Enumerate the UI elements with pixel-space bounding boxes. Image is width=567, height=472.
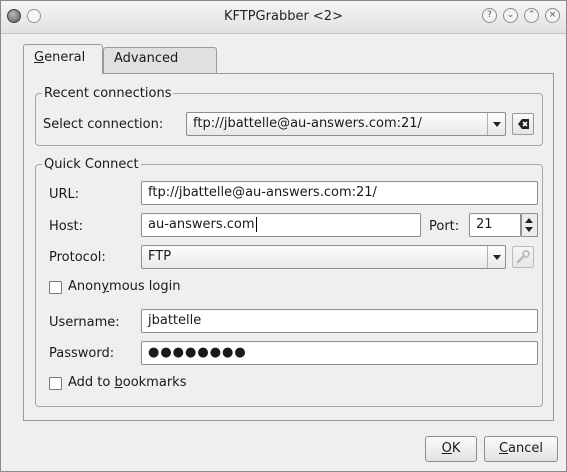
spin-up-icon[interactable] bbox=[525, 218, 533, 223]
text-cursor bbox=[255, 217, 257, 232]
cancel-button[interactable]: Cancel bbox=[484, 436, 558, 462]
host-field[interactable]: au-answers.com bbox=[141, 213, 421, 237]
host-value: au-answers.com bbox=[148, 217, 255, 232]
help-icon[interactable]: ? bbox=[482, 8, 497, 23]
anon-label-post: mous login bbox=[109, 279, 181, 294]
select-connection-combo[interactable]: ftp://jbattelle@au-answers.com:21/ bbox=[186, 112, 506, 136]
password-field[interactable]: ●●●●●●●● bbox=[141, 341, 538, 365]
url-field[interactable]: ftp://jbattelle@au-answers.com:21/ bbox=[141, 181, 538, 205]
bookmark-label-post: ookmarks bbox=[122, 375, 187, 390]
protocol-label: Protocol: bbox=[49, 250, 106, 265]
kftpgrabber-dialog: KFTPGrabber <2> ? ⌄ ⌃ × General Advanced… bbox=[0, 0, 567, 472]
clear-history-button[interactable] bbox=[512, 113, 534, 135]
tab-advanced[interactable]: Advanced bbox=[103, 47, 217, 73]
tab-general[interactable]: General bbox=[23, 44, 103, 74]
bookmark-label-pre: Add to bbox=[68, 375, 115, 390]
general-tab-panel: Recent connections Select connection: ft… bbox=[23, 73, 554, 421]
cancel-mnemonic: C bbox=[498, 441, 509, 456]
wrench-icon bbox=[516, 250, 530, 264]
clear-left-icon bbox=[518, 119, 529, 129]
anon-label-pre: Anon bbox=[68, 279, 102, 294]
select-connection-value: ftp://jbattelle@au-answers.com:21/ bbox=[193, 116, 422, 131]
tab-general-label: eneral bbox=[44, 50, 86, 65]
anonymous-login-label[interactable]: Anonymous login bbox=[68, 279, 180, 294]
bookmark-label-mnemonic: b bbox=[114, 375, 123, 390]
tab-general-mnemonic: G bbox=[34, 50, 45, 65]
port-spinbox-arrows[interactable] bbox=[521, 213, 538, 237]
protocol-value: FTP bbox=[148, 249, 172, 264]
add-to-bookmarks-label[interactable]: Add to bookmarks bbox=[68, 375, 186, 390]
ok-button[interactable]: OK bbox=[425, 436, 477, 462]
anonymous-login-checkbox[interactable] bbox=[49, 281, 62, 294]
minimize-icon[interactable]: ⌄ bbox=[503, 8, 518, 23]
cancel-label: ancel bbox=[508, 441, 544, 456]
ok-mnemonic: O bbox=[441, 441, 452, 456]
host-label: Host: bbox=[49, 219, 83, 234]
tab-advanced-label: Advanced bbox=[114, 51, 179, 66]
close-icon[interactable]: × bbox=[545, 8, 560, 23]
anon-label-mnemonic: y bbox=[101, 279, 110, 294]
quick-connect-legend: Quick Connect bbox=[44, 157, 139, 172]
protocol-combo[interactable]: FTP bbox=[141, 245, 506, 269]
add-to-bookmarks-checkbox[interactable] bbox=[49, 377, 62, 390]
title-bar[interactable]: KFTPGrabber <2> ? ⌄ ⌃ × bbox=[1, 1, 566, 34]
port-label: Port: bbox=[429, 219, 460, 234]
chevron-down-icon[interactable] bbox=[487, 246, 505, 268]
username-label: Username: bbox=[49, 315, 120, 330]
chevron-down-icon[interactable] bbox=[487, 113, 505, 135]
maximize-icon[interactable]: ⌃ bbox=[524, 8, 539, 23]
protocol-settings-button[interactable] bbox=[512, 246, 534, 268]
username-field[interactable]: jbattelle bbox=[141, 309, 538, 333]
select-connection-label: Select connection: bbox=[43, 117, 164, 132]
spin-down-icon[interactable] bbox=[525, 227, 533, 232]
password-label: Password: bbox=[49, 346, 115, 361]
ok-label: K bbox=[451, 441, 461, 456]
port-field[interactable]: 21 bbox=[469, 213, 521, 237]
recent-connections-legend: Recent connections bbox=[44, 86, 172, 101]
url-label: URL: bbox=[49, 187, 80, 202]
